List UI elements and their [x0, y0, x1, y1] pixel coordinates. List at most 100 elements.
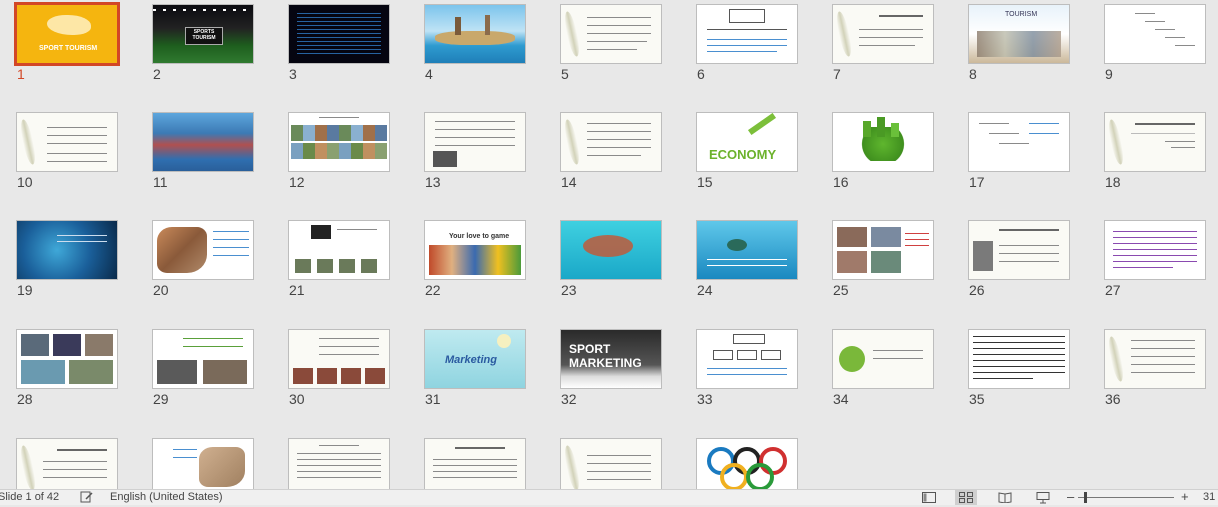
slide-thumbnail-12[interactable]: 12 [288, 112, 392, 194]
zoom-level[interactable]: 31 [1203, 491, 1215, 503]
slide-show-button[interactable] [1032, 490, 1054, 505]
slide-number: 35 [969, 391, 985, 407]
slide-sorter-grid: SPORT TOURISM 1 SPORTS TOURISM 2 3 4 5 6… [0, 0, 1218, 489]
slide-thumbnail-1[interactable]: SPORT TOURISM 1 [14, 2, 120, 86]
slide-thumbnail-20[interactable]: 20 [152, 220, 256, 302]
status-bar: Slide 1 of 42 English (United States) – … [0, 489, 1218, 505]
slide-thumbnail-23[interactable]: 23 [560, 220, 664, 302]
slide-thumbnail-5[interactable]: 5 [560, 4, 664, 86]
slide-number: 5 [561, 66, 569, 82]
reading-view-button[interactable] [994, 490, 1016, 505]
slide-thumbnail-25[interactable]: 25 [832, 220, 936, 302]
thumb-title: ECONOMY [709, 147, 777, 162]
slide-thumbnail-4[interactable]: 4 [424, 4, 528, 86]
normal-view-button[interactable] [918, 490, 940, 505]
zoom-slider[interactable] [1078, 492, 1174, 503]
slide-thumbnail-14[interactable]: 14 [560, 112, 664, 194]
slide-number: 36 [1105, 391, 1121, 407]
slide-thumbnail-28[interactable]: 28 [16, 329, 120, 411]
slide-thumbnail-41[interactable]: 41 [560, 438, 664, 489]
slide-number: 27 [1105, 282, 1121, 298]
slide-thumbnail-38[interactable]: 38 [152, 438, 256, 489]
slide-number: 15 [697, 174, 713, 190]
slide-number: 16 [833, 174, 849, 190]
slide-thumbnail-40[interactable]: 40 [424, 438, 528, 489]
thumb-title: SPORT TOURISM [39, 45, 98, 52]
slide-number: 34 [833, 391, 849, 407]
slide-thumbnail-29[interactable]: 29 [152, 329, 256, 411]
slide-number: 30 [289, 391, 305, 407]
slide-thumbnail-36[interactable]: 36 [1104, 329, 1208, 411]
slide-thumbnail-7[interactable]: 7 [832, 4, 936, 86]
slide-number: 17 [969, 174, 985, 190]
olympic-rings-image [707, 447, 787, 489]
slide-thumbnail-3[interactable]: 3 [288, 4, 392, 86]
notes-icon[interactable] [80, 490, 94, 507]
slide-thumbnail-26[interactable]: 26 [968, 220, 1072, 302]
slide-number: 25 [833, 282, 849, 298]
thumb-title: Your love to game [449, 233, 510, 240]
slide-number: 4 [425, 66, 433, 82]
slide-thumbnail-2[interactable]: SPORTS TOURISM 2 [152, 4, 256, 86]
slide-number: 7 [833, 66, 841, 82]
slide-number: 21 [289, 282, 305, 298]
slide-thumbnail-10[interactable]: 10 [16, 112, 120, 194]
slide-thumbnail-39[interactable]: 39 [288, 438, 392, 489]
zoom-out-button[interactable]: – [1067, 489, 1074, 504]
thumb-title: SPORT [569, 342, 611, 356]
slide-thumbnail-18[interactable]: 18 [1104, 112, 1208, 194]
slide-number: 28 [17, 391, 33, 407]
slide-show-icon [1036, 492, 1050, 504]
slide-number: 29 [153, 391, 169, 407]
slide-number: 11 [153, 174, 168, 190]
slide-thumbnail-27[interactable]: 27 [1104, 220, 1208, 302]
slide-thumbnail-21[interactable]: 21 [288, 220, 392, 302]
slide-number: 20 [153, 282, 169, 298]
slide-thumbnail-9[interactable]: 9 [1104, 4, 1208, 86]
thumb-title: TOURISM [1005, 11, 1038, 18]
slide-number: 18 [1105, 174, 1121, 190]
slide-number: 31 [425, 391, 441, 407]
slide-number: 2 [153, 66, 161, 82]
language-label[interactable]: English (United States) [110, 491, 223, 503]
slide-number: 6 [697, 66, 705, 82]
slide-number: 13 [425, 174, 441, 190]
slide-thumbnail-31[interactable]: Marketing 31 [424, 329, 528, 411]
slide-number: 23 [561, 282, 577, 298]
slide-thumbnail-16[interactable]: 16 [832, 112, 936, 194]
slide-thumbnail-34[interactable]: 34 [832, 329, 936, 411]
slide-thumbnail-17[interactable]: 17 [968, 112, 1072, 194]
slide-thumbnail-8[interactable]: TOURISM 8 [968, 4, 1072, 86]
slide-thumbnail-11[interactable]: 11 [152, 112, 256, 194]
slide-thumbnail-15[interactable]: ECONOMY 15 [696, 112, 800, 194]
slide-number: 32 [561, 391, 577, 407]
thumb-title: SPORTS TOURISM [192, 29, 216, 41]
slide-thumbnail-37[interactable]: 37 [16, 438, 120, 489]
slide-number: 22 [425, 282, 441, 298]
slide-sorter-view-button[interactable] [955, 490, 977, 505]
slide-number: 10 [17, 174, 33, 190]
slide-number: 1 [17, 66, 25, 82]
slide-thumbnail-22[interactable]: Your love to game 22 [424, 220, 528, 302]
normal-view-icon [922, 492, 936, 503]
thumb-subtitle: MARKETING [569, 356, 642, 370]
slide-number: 19 [17, 282, 33, 298]
slide-number: 8 [969, 66, 977, 82]
slide-thumbnail-6[interactable]: 6 [696, 4, 800, 86]
slide-thumbnail-24[interactable]: 24 [696, 220, 800, 302]
slide-thumbnail-35[interactable]: 35 [968, 329, 1072, 411]
slide-thumbnail-42[interactable]: 42 [696, 438, 800, 489]
slide-sorter-icon [959, 492, 973, 503]
reading-view-icon [998, 492, 1012, 503]
zoom-slider-thumb[interactable] [1084, 492, 1087, 503]
slide-number: 3 [289, 66, 297, 82]
slide-thumbnail-19[interactable]: 19 [16, 220, 120, 302]
slide-number: 9 [1105, 66, 1113, 82]
thumb-title: Marketing [445, 354, 497, 366]
slide-thumbnail-30[interactable]: 30 [288, 329, 392, 411]
zoom-in-button[interactable]: + [1181, 489, 1189, 504]
slide-thumbnail-32[interactable]: SPORT MARKETING 32 [560, 329, 664, 411]
slide-number: 26 [969, 282, 985, 298]
slide-thumbnail-13[interactable]: 13 [424, 112, 528, 194]
slide-thumbnail-33[interactable]: 33 [696, 329, 800, 411]
